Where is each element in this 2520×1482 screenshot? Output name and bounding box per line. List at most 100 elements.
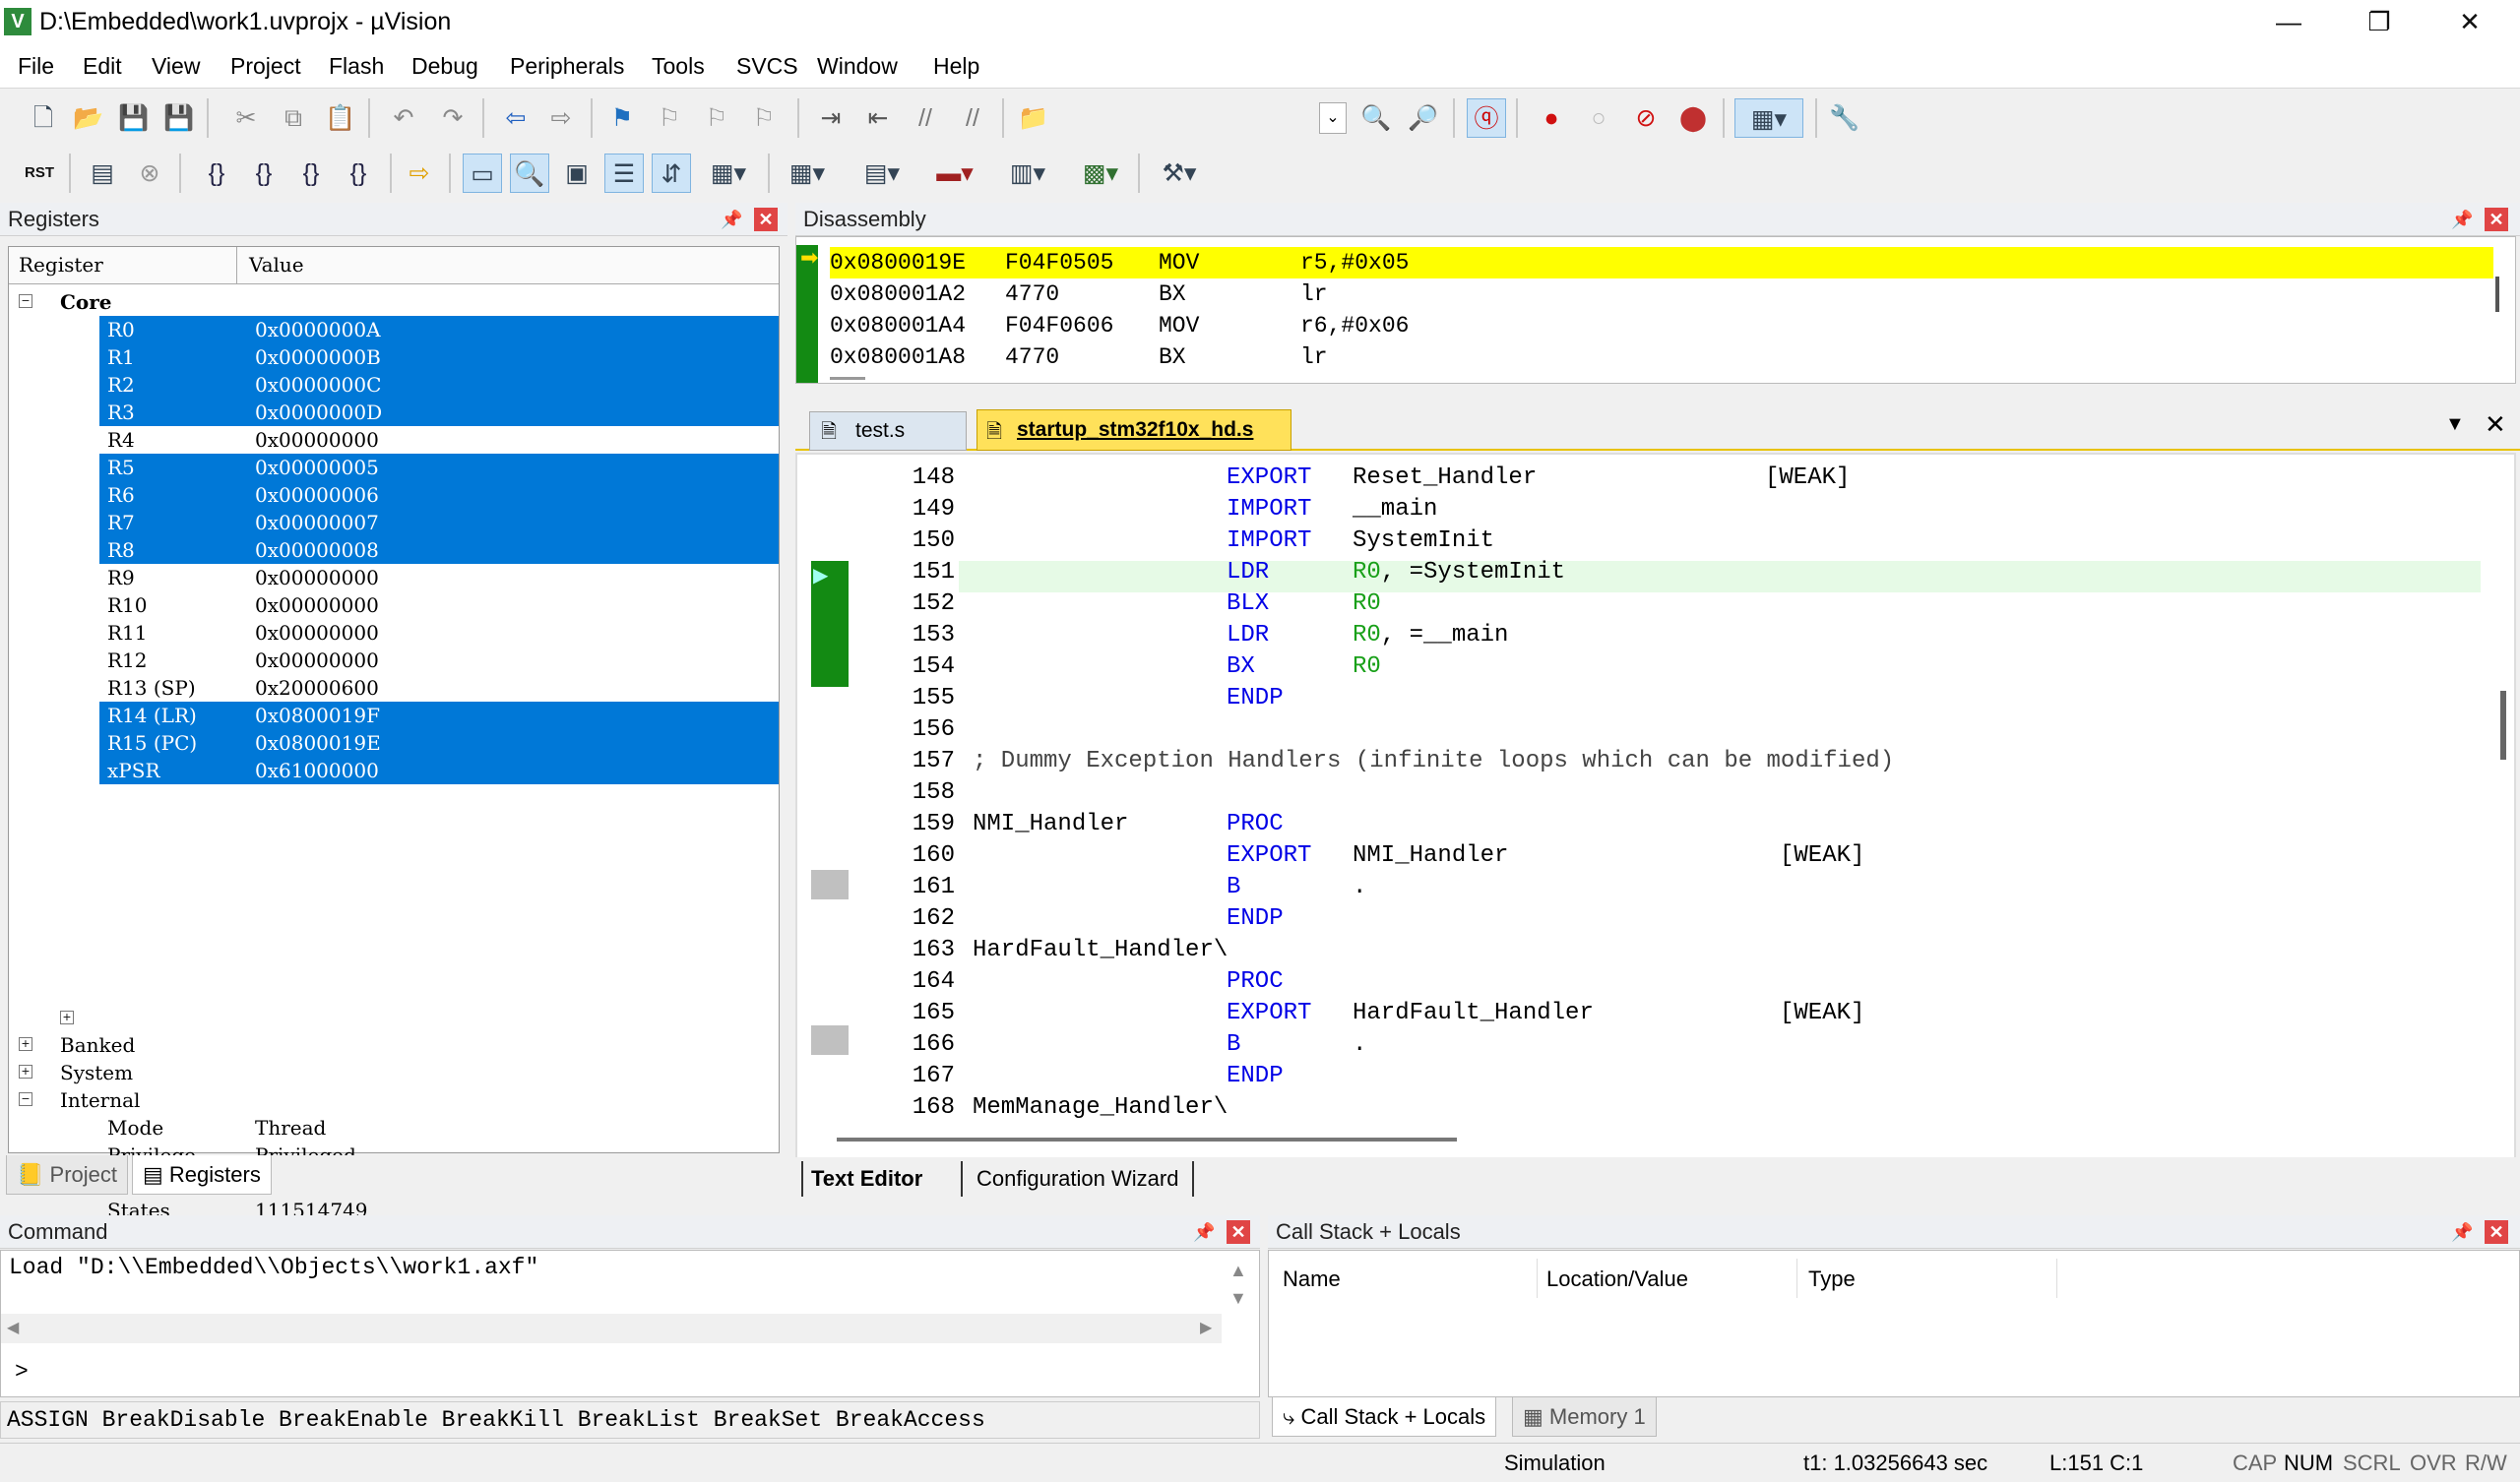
run-icon[interactable]: ▤ — [83, 154, 122, 193]
code-line[interactable]: 153 LDR R0, =__main — [817, 620, 2490, 651]
command-hscroll[interactable]: ◀ ▶ — [1, 1314, 1222, 1343]
disassembly-line[interactable]: 0x080001A4 F04F0606 MOV r6,#0x06 — [830, 310, 2493, 341]
copy-icon[interactable]: ⧉ — [274, 98, 313, 138]
disassembly-line[interactable]: 0x080001A8 4770 BX lr — [830, 341, 2493, 373]
new-file-icon[interactable]: 🗋 — [24, 98, 63, 138]
cut-icon[interactable]: ✂ — [226, 98, 266, 138]
tab-text-editor[interactable]: Text Editor — [801, 1161, 930, 1197]
column-header-location[interactable]: Location/Value — [1546, 1266, 1688, 1292]
code-line[interactable]: 159 NMI_Handler PROC — [817, 809, 2490, 840]
reset-icon[interactable]: RST — [20, 154, 59, 193]
code-line[interactable]: 156 — [817, 714, 2490, 746]
menu-edit[interactable]: Edit — [83, 53, 122, 80]
editor-vscrollbar[interactable] — [2500, 691, 2506, 760]
register-value[interactable]: 0x0000000A — [255, 316, 381, 343]
watch-window-icon[interactable]: ▦▾ — [699, 154, 758, 193]
symbols-window-icon[interactable]: ▣ — [557, 154, 597, 193]
menu-help[interactable]: Help — [933, 53, 979, 80]
register-value[interactable]: 0x00000000 — [255, 591, 379, 619]
breakpoint-disable-icon[interactable]: ○ — [1579, 98, 1618, 138]
tree-node-system[interactable]: System — [60, 1059, 133, 1086]
find-icon[interactable]: 🔍 — [1356, 98, 1396, 138]
tree-node-banked[interactable]: Banked — [60, 1031, 135, 1059]
forward-icon[interactable]: ⇨ — [541, 98, 581, 138]
minimize-button[interactable]: — — [2244, 0, 2333, 45]
code-line[interactable]: 163 HardFault_Handler\ — [817, 935, 2490, 966]
column-header-type[interactable]: Type — [1808, 1266, 1856, 1292]
expand-system-icon[interactable]: + — [19, 1064, 32, 1079]
trace-window-icon[interactable]: ▥▾ — [998, 154, 1057, 193]
show-next-statement-icon[interactable]: ⇨ — [400, 154, 439, 193]
debug-session-icon[interactable]: ⓠ — [1467, 98, 1506, 138]
register-value[interactable]: 0x0800019F — [255, 702, 380, 729]
register-value[interactable]: 0x0000000B — [255, 343, 381, 371]
disassembly-hscroll[interactable] — [830, 377, 865, 380]
tree-node-internal[interactable]: Internal — [60, 1086, 140, 1114]
bookmark-prev-icon[interactable]: ⚐ — [650, 98, 689, 138]
tab-list-dropdown-icon[interactable]: ▼ — [2445, 413, 2465, 436]
disassembly-window-icon[interactable]: 🔍 — [510, 154, 549, 193]
tree-node-core[interactable]: Core — [60, 288, 112, 316]
bookmark-clear-icon[interactable]: ⚐ — [744, 98, 784, 138]
code-line[interactable]: 150 IMPORT SystemInit — [817, 525, 2490, 557]
disassembly-view[interactable]: ➡ 0x0800019E F04F0505 MOV r5,#0x05 0x080001A… — [795, 236, 2516, 384]
pin-icon[interactable]: 📌 — [1193, 1222, 1215, 1242]
code-line[interactable]: 154 BX R0 — [817, 651, 2490, 683]
open-icon[interactable]: 📂 — [69, 98, 108, 138]
stop-icon[interactable]: ⊗ — [130, 154, 169, 193]
code-line[interactable]: 166 B. — [817, 1029, 2490, 1061]
uncomment-icon[interactable]: // — [953, 98, 992, 138]
run-to-cursor-icon[interactable]: {} — [339, 154, 378, 193]
find-in-files-icon[interactable]: 📁 — [1014, 98, 1053, 138]
collapse-core-icon[interactable]: − — [19, 293, 32, 308]
save-icon[interactable]: 💾 — [114, 98, 154, 138]
expand-xpsr-icon[interactable]: + — [60, 1010, 74, 1024]
register-value[interactable]: 0x0000000D — [255, 399, 382, 426]
code-line[interactable]: 149 IMPORT __main — [817, 494, 2490, 525]
register-value[interactable]: 0x00000000 — [255, 564, 379, 591]
editor-hscrollbar[interactable] — [837, 1138, 1457, 1142]
disassembly-scrollbar[interactable] — [2495, 277, 2499, 312]
find-combo-dropdown[interactable]: ⌄ — [1319, 102, 1347, 134]
tab-configuration-wizard[interactable]: Configuration Wizard — [961, 1161, 1195, 1197]
call-stack-icon[interactable]: ⇵ — [652, 154, 691, 193]
code-line[interactable]: 148 EXPORT Reset_Handler [WEAK] — [817, 463, 2490, 494]
command-window-icon[interactable]: ▭ — [463, 154, 502, 193]
collapse-internal-icon[interactable]: − — [19, 1091, 32, 1106]
code-line[interactable]: 155 ENDP — [817, 683, 2490, 714]
menu-debug[interactable]: Debug — [411, 53, 478, 80]
close-editor-icon[interactable]: ✕ — [2485, 409, 2506, 440]
configure-icon[interactable]: 🔧 — [1825, 98, 1864, 138]
command-close-button[interactable]: ✕ — [1227, 1220, 1250, 1244]
code-line[interactable]: 151 LDR R0, =SystemInit — [817, 557, 2490, 588]
code-line[interactable]: 160 EXPORT NMI_Handler [WEAK] — [817, 840, 2490, 872]
redo-icon[interactable]: ↷ — [433, 98, 472, 138]
menu-window[interactable]: Window — [817, 53, 898, 80]
code-line[interactable]: 167 ENDP — [817, 1061, 2490, 1092]
tab-registers[interactable]: ▤ Registers — [132, 1155, 272, 1195]
code-line[interactable]: 152 BLX R0 — [817, 588, 2490, 620]
code-line[interactable]: 157 ; Dummy Exception Handlers (infinite … — [817, 746, 2490, 777]
scroll-up-icon[interactable]: ▲ — [1229, 1261, 1247, 1281]
menu-peripherals[interactable]: Peripherals — [510, 53, 624, 80]
register-value[interactable]: 0x0800019E — [255, 729, 381, 757]
breakpoint-icon[interactable]: ● — [1532, 98, 1571, 138]
scroll-right-icon[interactable]: ▶ — [1200, 1318, 1212, 1337]
menu-flash[interactable]: Flash — [329, 53, 384, 80]
disassembly-line[interactable]: 0x080001A2 4770 BX lr — [830, 278, 2493, 310]
menu-file[interactable]: File — [18, 53, 54, 80]
pin-icon[interactable]: 📌 — [721, 210, 742, 229]
step-out-icon[interactable]: {} — [291, 154, 331, 193]
disassembly-close-button[interactable]: ✕ — [2485, 208, 2508, 231]
code-line[interactable]: 168 MemManage_Handler\ — [817, 1092, 2490, 1124]
tab-callstack-locals[interactable]: ⤷ Call Stack + Locals — [1272, 1397, 1497, 1437]
memory-window-icon[interactable]: ▦▾ — [778, 154, 837, 193]
command-output[interactable]: Load "D:\\Embedded\\Objects\\work1.axf" … — [0, 1250, 1260, 1397]
column-header-name[interactable]: Name — [1283, 1266, 1539, 1292]
register-value[interactable]: 0x0000000C — [255, 371, 381, 399]
pin-icon[interactable]: 📌 — [2451, 1222, 2473, 1242]
code-line[interactable]: 162 ENDP — [817, 903, 2490, 935]
code-line[interactable]: 161 B. — [817, 872, 2490, 903]
tab-startup-file[interactable]: startup_stm32f10x_hd.s — [976, 409, 1292, 451]
registers-close-button[interactable]: ✕ — [754, 208, 778, 231]
